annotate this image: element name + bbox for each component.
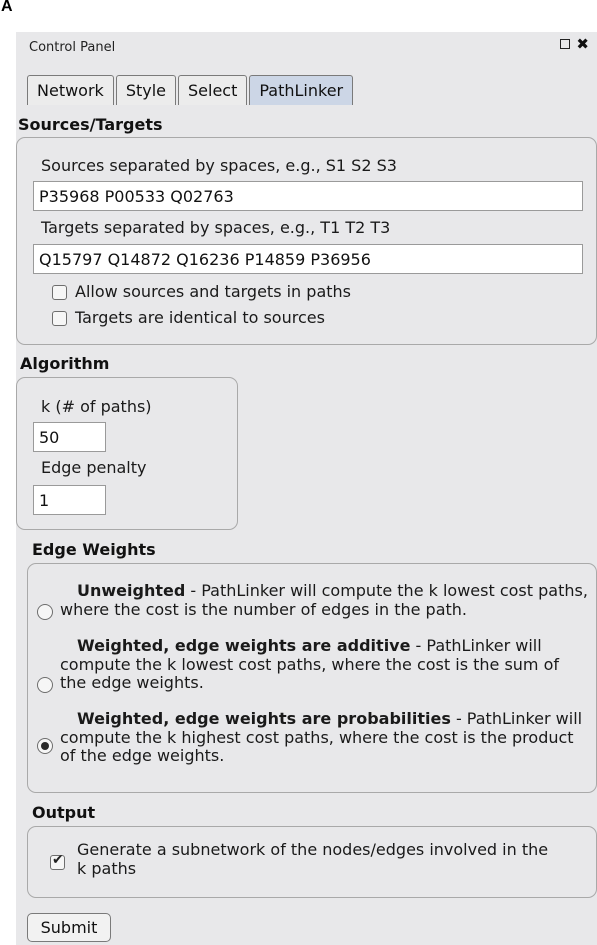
generate-subnetwork-checkbox[interactable] [50, 852, 65, 870]
edge-weights-group: Unweighted - PathLinker will compute the… [27, 563, 597, 793]
probabilities-name: Weighted, edge weights are probabilities [77, 709, 451, 728]
tab-select[interactable]: Select [178, 75, 248, 105]
generate-subnetwork-label: Generate a subnetwork of the nodes/edges… [77, 840, 549, 878]
tab-style[interactable]: Style [115, 75, 176, 105]
edge-weights-title: Edge Weights [32, 540, 156, 559]
targets-label: Targets separated by spaces, e.g., T1 T2… [41, 218, 391, 237]
identical-targets-label: Targets are identical to sources [75, 308, 325, 327]
algorithm-group: k (# of paths) Edge penalty [16, 377, 238, 530]
panel-title: Control Panel [29, 40, 116, 55]
k-input[interactable] [33, 422, 106, 452]
submit-button[interactable]: Submit [27, 913, 111, 942]
figure-label: A [1, 0, 13, 15]
algorithm-title: Algorithm [20, 354, 110, 373]
sources-targets-group: Sources separated by spaces, e.g., S1 S2… [16, 137, 597, 345]
allow-sources-targets-checkbox[interactable] [52, 285, 67, 300]
additive-option-text: Weighted, edge weights are additive - Pa… [43, 636, 590, 693]
control-panel: Control Panel ✖ Network Style Select Pat… [16, 32, 597, 945]
sources-input[interactable] [33, 181, 583, 211]
tab-pathlinker[interactable]: PathLinker [249, 75, 354, 105]
sources-targets-title: Sources/Targets [18, 115, 163, 134]
output-group: Generate a subnetwork of the nodes/edges… [27, 826, 597, 898]
maximize-icon[interactable] [560, 39, 571, 49]
targets-input[interactable] [33, 244, 583, 274]
output-title: Output [32, 803, 96, 822]
sources-label: Sources separated by spaces, e.g., S1 S2… [41, 156, 397, 175]
window-controls: ✖ [560, 37, 589, 52]
close-icon[interactable]: ✖ [576, 37, 589, 52]
allow-sources-targets-label: Allow sources and targets in paths [75, 282, 351, 301]
tab-bar: Network Style Select PathLinker [27, 75, 355, 105]
unweighted-name: Unweighted [77, 581, 186, 600]
unweighted-option-text: Unweighted - PathLinker will compute the… [43, 581, 590, 619]
tab-network[interactable]: Network [27, 75, 114, 105]
edge-penalty-label: Edge penalty [41, 458, 147, 477]
probabilities-option-text: Weighted, edge weights are probabilities… [43, 709, 590, 766]
edge-penalty-input[interactable] [33, 485, 106, 515]
additive-name: Weighted, edge weights are additive [77, 636, 411, 655]
identical-targets-checkbox[interactable] [52, 311, 67, 326]
k-label: k (# of paths) [41, 397, 152, 416]
